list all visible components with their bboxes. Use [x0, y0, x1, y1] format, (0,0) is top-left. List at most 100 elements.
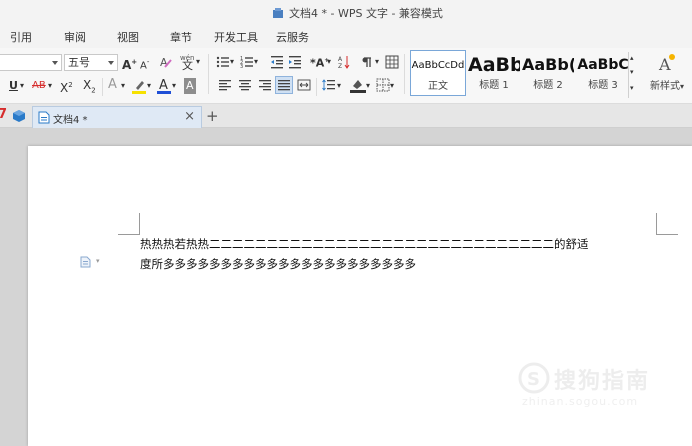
- svg-text:A: A: [159, 78, 168, 93]
- style-label: 标题 2: [533, 80, 563, 91]
- align-center-icon[interactable]: [238, 79, 252, 91]
- font-color-icon[interactable]: A: [157, 77, 171, 94]
- toolbar-divider: [102, 78, 103, 96]
- font-size-select[interactable]: 五号: [64, 54, 118, 71]
- align-left-icon[interactable]: [218, 79, 232, 91]
- watermark-text: 搜狗指南: [554, 369, 651, 394]
- grow-font-icon[interactable]: A+: [122, 54, 137, 73]
- align-justify-button[interactable]: [275, 76, 293, 94]
- style-preview: AaBb: [468, 54, 520, 76]
- menu-view[interactable]: 视图: [117, 29, 139, 45]
- document-text-line-2[interactable]: 度所多多多多多多多多多多多多多多多多多多多多多多: [140, 256, 416, 272]
- crop-mark-top-left: [118, 213, 140, 235]
- bullet-list-icon[interactable]: [216, 55, 230, 69]
- style-heading-3[interactable]: AaBbC 标题 3: [576, 50, 630, 96]
- strikethrough-button[interactable]: AB: [32, 78, 46, 94]
- menu-section[interactable]: 章节: [170, 29, 192, 45]
- chevron-up-icon[interactable]: ▴: [630, 54, 634, 62]
- sort-icon[interactable]: A Z: [337, 54, 351, 70]
- chevron-down-icon[interactable]: ▾: [630, 68, 634, 76]
- align-justify-icon: [278, 80, 290, 91]
- menu-references[interactable]: 引用: [10, 29, 32, 45]
- clear-format-icon[interactable]: A: [159, 54, 173, 70]
- gallery-expand-icon[interactable]: ▾: [630, 84, 634, 92]
- close-tab-icon[interactable]: ×: [184, 109, 195, 124]
- chevron-down-icon[interactable]: ▾: [337, 78, 341, 94]
- chevron-down-icon: [52, 61, 58, 65]
- watermark-logo-icon: S: [518, 362, 550, 394]
- paragraph-layout-icon: [80, 256, 91, 268]
- style-label: 标题 3: [588, 80, 618, 91]
- menu-cloud-service[interactable]: 云服务: [276, 29, 309, 45]
- document-tab-bar: 7 文档4 * × +: [0, 104, 692, 128]
- svg-text:A: A: [160, 56, 168, 69]
- document-text-line-1[interactable]: 热热热若热热二二二二二二二二二二二二二二二二二二二二二二二二二二二二二二的舒适: [140, 236, 589, 252]
- highlight-pen-icon[interactable]: [132, 78, 146, 94]
- chevron-down-icon[interactable]: ▾: [147, 78, 151, 94]
- table-grid-icon[interactable]: [385, 55, 399, 69]
- distributed-align-icon[interactable]: [297, 79, 311, 91]
- chevron-down-icon[interactable]: ▾: [390, 78, 394, 94]
- subscript-button[interactable]: X2: [83, 77, 96, 98]
- paragraph-layout-handle[interactable]: ▾: [80, 256, 100, 271]
- document-app-icon: [273, 8, 283, 18]
- app-logo-icon[interactable]: 7: [0, 107, 7, 122]
- svg-text:A: A: [338, 56, 343, 63]
- crop-mark-top-right: [656, 213, 678, 235]
- align-right-icon[interactable]: [258, 79, 272, 91]
- borders-icon[interactable]: [376, 78, 390, 92]
- window-title-area: 文档4 * - WPS 文字 - 兼容模式: [272, 5, 443, 21]
- text-outline-icon[interactable]: A: [108, 77, 117, 93]
- style-heading-1[interactable]: AaBb 标题 1: [468, 50, 520, 96]
- new-style-button[interactable]: A 新样式▾: [644, 52, 690, 98]
- svg-text:S: S: [527, 369, 540, 390]
- numbered-list-icon[interactable]: 1 2 3: [240, 55, 254, 69]
- chevron-down-icon[interactable]: ▾: [121, 78, 125, 94]
- chevron-down-icon: ▾: [96, 257, 100, 265]
- new-style-icon-glyph: A: [658, 55, 671, 74]
- paragraph-shading-icon[interactable]: [350, 77, 366, 93]
- underline-button[interactable]: U: [9, 78, 18, 94]
- ribbon-toolbar: 五号 A+ A- A wén 文 ▾ ▾ 1 2 3 ▾ *A+ ▾ A Z ▾…: [0, 48, 692, 104]
- chevron-down-icon[interactable]: ▾: [375, 54, 379, 70]
- title-bar: 文档4 * - WPS 文字 - 兼容模式: [0, 0, 692, 24]
- watermark-url: zhinan.sogou.com: [522, 395, 639, 408]
- style-heading-2[interactable]: AaBb( 标题 2: [522, 50, 574, 96]
- style-label: 标题 1: [479, 80, 509, 91]
- cube-app-icon[interactable]: [12, 109, 26, 123]
- style-preview: AaBb(: [522, 55, 574, 74]
- character-shading-icon[interactable]: A: [184, 78, 196, 94]
- line-spacing-icon[interactable]: [322, 79, 336, 91]
- chevron-down-icon[interactable]: ▾: [196, 54, 200, 70]
- toolbar-divider: [208, 54, 209, 94]
- superscript-button[interactable]: X2: [60, 77, 73, 96]
- style-preview: AaBbC: [577, 57, 629, 73]
- style-gallery: AaBbCcDd 正文 AaBb 标题 1 AaBb( 标题 2 AaBbC 标…: [408, 50, 638, 102]
- window-title: 文档4 * - WPS 文字 - 兼容模式: [289, 7, 443, 20]
- chevron-down-icon[interactable]: ▾: [20, 78, 24, 94]
- chevron-down-icon[interactable]: ▾: [366, 78, 370, 94]
- style-gallery-scroll[interactable]: ▴ ▾ ▾: [628, 52, 638, 98]
- decrease-indent-icon[interactable]: [270, 55, 284, 69]
- style-normal[interactable]: AaBbCcDd 正文: [410, 50, 466, 96]
- chevron-down-icon[interactable]: ▾: [254, 54, 258, 70]
- phonetic-guide-button[interactable]: 文: [182, 58, 193, 74]
- document-tab[interactable]: 文档4 * ×: [32, 106, 202, 128]
- sogou-watermark: S 搜狗指南 zhinan.sogou.com: [514, 360, 684, 420]
- new-style-label: 新样式: [649, 81, 680, 92]
- add-tab-icon[interactable]: +: [206, 107, 219, 125]
- chevron-down-icon[interactable]: ▾: [48, 78, 52, 94]
- font-name-select[interactable]: [0, 54, 62, 71]
- toolbar-divider: [404, 54, 405, 94]
- increase-indent-icon[interactable]: [288, 55, 302, 69]
- font-size-value: 五号: [68, 56, 90, 69]
- shrink-font-icon[interactable]: A-: [140, 54, 149, 74]
- chevron-down-icon[interactable]: ▾: [172, 78, 176, 94]
- document-icon: [38, 111, 50, 124]
- chevron-down-icon[interactable]: ▾: [230, 54, 234, 70]
- menu-developer-tools[interactable]: 开发工具: [214, 29, 258, 45]
- menu-bar: 引用 审阅 视图 章节 开发工具 云服务: [0, 24, 692, 48]
- menu-review[interactable]: 审阅: [64, 29, 86, 45]
- paragraph-mark-icon[interactable]: [361, 55, 375, 69]
- chevron-down-icon[interactable]: ▾: [327, 54, 331, 70]
